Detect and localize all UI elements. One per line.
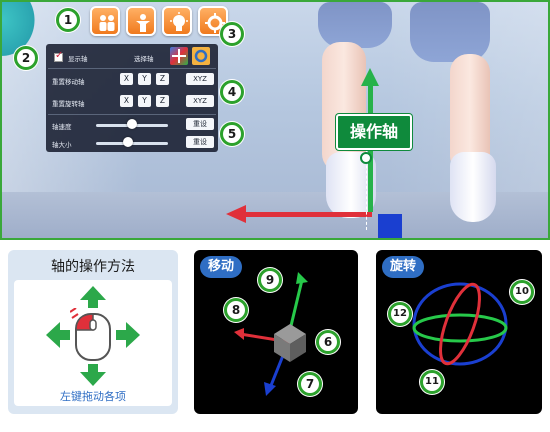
axis-speed-label: 轴速度 bbox=[52, 123, 72, 131]
row-reset-move-axis: 重置移动轴 X Y Z XYZ bbox=[46, 69, 218, 91]
row-reset-rotate-axis: 重置旋转轴 X Y Z XYZ bbox=[46, 91, 218, 113]
3d-viewport[interactable]: 显示轴 选择轴 重置移动轴 X Y Z XYZ 重置旋转轴 X Y bbox=[0, 0, 550, 240]
callout-3: 3 bbox=[220, 22, 244, 46]
rotate-axis-card: 旋转 10 12 11 bbox=[376, 250, 542, 414]
row-show-axis: 显示轴 选择轴 bbox=[46, 46, 218, 68]
x-axis-handle[interactable] bbox=[244, 212, 372, 217]
move-arrows-icon bbox=[172, 49, 186, 63]
callout-4: 4 bbox=[220, 80, 244, 104]
z-axis-handle[interactable] bbox=[378, 214, 402, 238]
axis-size-label: 轴大小 bbox=[52, 141, 72, 149]
howto-title: 轴的操作方法 bbox=[51, 259, 135, 275]
reset-move-x-button[interactable]: X bbox=[120, 73, 133, 85]
callout-10: 10 bbox=[510, 280, 534, 304]
callout-7: 7 bbox=[298, 372, 322, 396]
reset-move-y-button[interactable]: Y bbox=[138, 73, 151, 85]
rotate-axis-mode-button[interactable] bbox=[192, 47, 210, 65]
reset-rotate-z-button[interactable]: Z bbox=[156, 95, 169, 107]
move-z-arrowhead bbox=[264, 382, 276, 396]
operation-axis-tag: 操作轴 bbox=[336, 114, 412, 150]
rotate-y-ring bbox=[412, 313, 508, 343]
callout-11: 11 bbox=[420, 370, 444, 394]
move-y-arrowhead bbox=[296, 272, 308, 284]
howto-caption: 左键拖动各项 bbox=[60, 390, 126, 403]
select-axis-label: 选择轴 bbox=[134, 55, 154, 63]
axis-speed-slider-knob[interactable] bbox=[127, 119, 137, 129]
rotate-gizmo-diagram bbox=[412, 282, 508, 366]
axis-howto-card: 轴的操作方法 左键拖动各项 bbox=[8, 250, 178, 414]
axis-settings-panel: 显示轴 选择轴 重置移动轴 X Y Z XYZ 重置旋转轴 X Y bbox=[46, 44, 218, 152]
people-icon bbox=[99, 15, 115, 31]
arrow-right-stem bbox=[116, 330, 126, 340]
reset-move-axis-label: 重置移动轴 bbox=[52, 78, 85, 86]
reset-move-z-button[interactable]: Z bbox=[156, 73, 169, 85]
move-axis-mode-button[interactable] bbox=[170, 47, 188, 65]
arrow-down-stem bbox=[88, 364, 98, 372]
arrow-left-icon bbox=[46, 322, 60, 348]
move-x-arrowhead bbox=[234, 328, 244, 340]
move-axis-card: 移动 9 8 6 7 bbox=[194, 250, 358, 414]
axis-size-slider-knob[interactable] bbox=[123, 137, 134, 147]
arrow-right-icon bbox=[126, 322, 140, 348]
callout-9: 9 bbox=[258, 268, 282, 292]
people-button[interactable] bbox=[90, 6, 120, 36]
lightbulb-icon bbox=[170, 12, 188, 31]
callout-1: 1 bbox=[56, 8, 80, 32]
reset-rotate-axis-label: 重置旋转轴 bbox=[52, 100, 85, 108]
row-axis-size: 轴大小 重设 bbox=[46, 132, 218, 154]
callout-12: 12 bbox=[388, 302, 412, 326]
move-y-axis-line bbox=[288, 279, 304, 331]
axis-size-reset-button[interactable]: 重设 bbox=[186, 136, 214, 148]
callout-6: 6 bbox=[316, 330, 340, 354]
axis-speed-reset-button[interactable]: 重设 bbox=[186, 118, 214, 130]
callout-8: 8 bbox=[224, 298, 248, 322]
reset-move-xyz-button[interactable]: XYZ bbox=[186, 73, 214, 85]
rotate-icon bbox=[194, 49, 208, 63]
person-icon bbox=[136, 14, 150, 32]
y-axis-arrowhead[interactable] bbox=[361, 68, 379, 86]
mouse-left-click-icon bbox=[70, 308, 111, 361]
character-shorts-right bbox=[410, 2, 490, 62]
arrow-down-icon bbox=[80, 372, 106, 386]
light-button[interactable] bbox=[162, 6, 192, 36]
howto-illustration: 左键拖动各项 bbox=[14, 280, 172, 406]
character-shorts-left bbox=[318, 2, 392, 48]
arrow-left-stem bbox=[60, 330, 70, 340]
reset-rotate-y-button[interactable]: Y bbox=[138, 95, 151, 107]
show-axis-label: 显示轴 bbox=[68, 55, 88, 63]
callout-2: 2 bbox=[14, 46, 38, 70]
show-axis-checkbox[interactable] bbox=[54, 50, 63, 62]
x-axis-arrowhead[interactable] bbox=[226, 205, 246, 223]
rotate-x-ring bbox=[439, 282, 481, 366]
person-button[interactable] bbox=[126, 6, 156, 36]
axis-tag-pointer-dot bbox=[360, 152, 372, 164]
reset-rotate-xyz-button[interactable]: XYZ bbox=[186, 95, 214, 107]
arrow-up-icon bbox=[80, 286, 106, 300]
character-sock-right bbox=[450, 152, 496, 222]
callout-5: 5 bbox=[220, 122, 244, 146]
arrow-up-stem bbox=[88, 300, 98, 308]
reset-rotate-x-button[interactable]: X bbox=[120, 95, 133, 107]
